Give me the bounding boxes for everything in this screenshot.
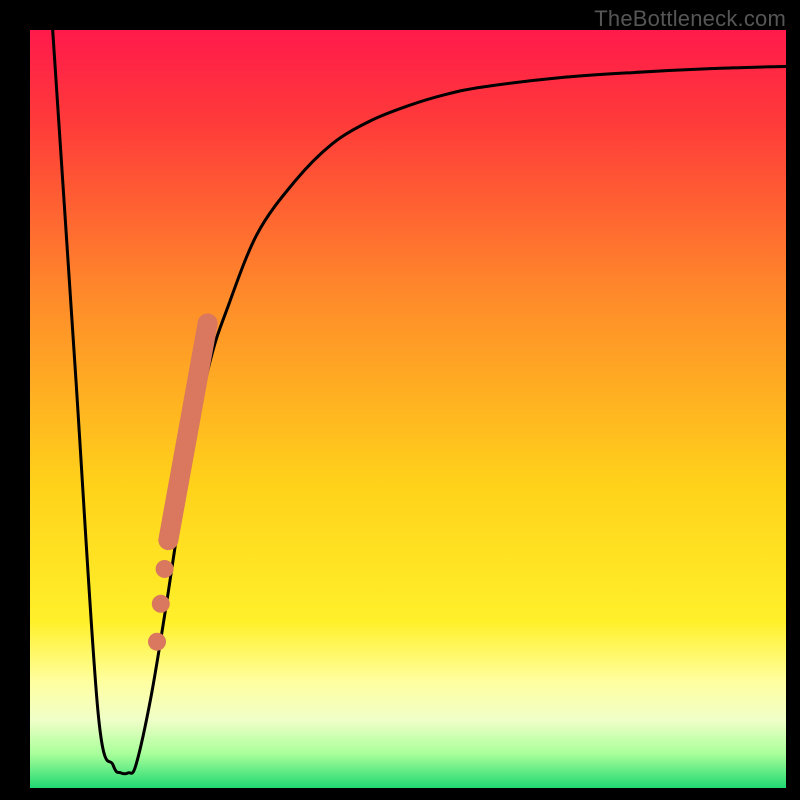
highlight-dot <box>156 560 174 578</box>
bottleneck-chart <box>0 0 800 800</box>
highlight-dot <box>152 595 170 613</box>
watermark-label: TheBottleneck.com <box>594 6 786 32</box>
gradient-background <box>30 30 786 788</box>
chart-container: TheBottleneck.com <box>0 0 800 800</box>
highlight-dot <box>148 633 166 651</box>
plot-area <box>30 30 786 788</box>
